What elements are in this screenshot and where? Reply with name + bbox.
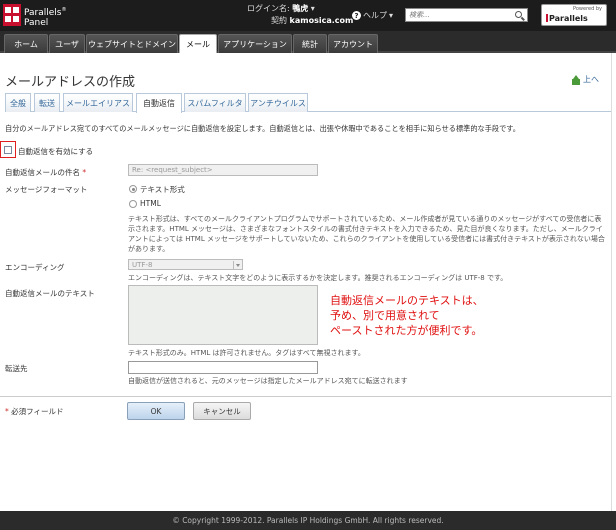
help-chevron-down-icon: ▾: [389, 11, 394, 20]
search-icon[interactable]: [515, 11, 522, 18]
enable-autoreply-label[interactable]: 自動返信を有効にする: [18, 146, 93, 157]
subtab-mail-aliases[interactable]: メールエイリアス: [63, 93, 133, 112]
parallels-bars-icon: [546, 14, 548, 22]
select-chevron-down-icon: [233, 261, 241, 269]
nav-tab-users[interactable]: ユーザ: [49, 34, 85, 53]
format-html-radio[interactable]: [129, 200, 137, 208]
nav-tab-mail[interactable]: メール: [179, 34, 217, 53]
format-text-label[interactable]: テキスト形式: [140, 184, 185, 195]
subtab-antivirus[interactable]: アンチウイルス: [248, 93, 308, 112]
format-label: メッセージフォーマット: [5, 185, 88, 194]
user-chevron-down-icon[interactable]: ▾: [308, 4, 315, 13]
main-nav: ホーム ユーザ ウェブサイトとドメイン メール アプリケーション 統計 アカウン…: [0, 31, 616, 53]
login-info: ログイン名: 鴨虎 ▾ 契約 kamosica.com: [247, 4, 354, 25]
autoreply-description: 自分のメールアドレス宛てのすべてのメールメッセージに自動返信を設定します。自動返…: [5, 124, 520, 133]
search-input[interactable]: [406, 9, 511, 21]
subtab-spam-filter[interactable]: スパムフィルタ: [184, 93, 246, 112]
powered-by-parallels[interactable]: Powered by Parallels: [541, 4, 607, 26]
subject-input[interactable]: Re: <request_subject>: [128, 164, 318, 176]
forward-input[interactable]: [128, 361, 318, 374]
forward-label: 転送先: [5, 364, 28, 373]
format-hint: テキスト形式は、すべてのメールクライアントプログラムでサポートされているため、メ…: [128, 215, 605, 253]
up-link[interactable]: 上へ: [571, 74, 599, 85]
parallels-logo-icon: [3, 4, 21, 26]
forward-hint: 自動返信が送信されると、元のメッセージは指定したメールアドレス宛てに転送されます: [128, 377, 408, 385]
search-box: [405, 8, 528, 22]
nav-tab-websites-domains[interactable]: ウェブサイトとドメイン: [86, 34, 178, 53]
format-html-label[interactable]: HTML: [140, 199, 161, 208]
form-divider: [0, 396, 611, 397]
content-border: [611, 53, 612, 511]
top-header: Parallels® Panel ログイン名: 鴨虎 ▾ 契約 kamosica…: [0, 0, 616, 31]
autoreply-textarea[interactable]: [128, 285, 318, 345]
text-hint: テキスト形式のみ。HTML は許可されません。タグはすべて無視されます。: [128, 349, 365, 357]
cancel-button[interactable]: キャンセル: [193, 402, 251, 420]
nav-tab-home[interactable]: ホーム: [4, 34, 48, 53]
contract-domain[interactable]: kamosica.com: [290, 16, 354, 25]
subtab-forwarding[interactable]: 転送: [34, 93, 60, 112]
enable-autoreply-checkbox[interactable]: [4, 146, 12, 154]
nav-tab-account[interactable]: アカウント: [328, 34, 378, 53]
encoding-select[interactable]: UTF-8: [128, 259, 243, 270]
required-note: * 必須フィールド: [5, 407, 64, 416]
subtab-general[interactable]: 全般: [5, 93, 31, 112]
nav-tab-applications[interactable]: アプリケーション: [218, 34, 292, 53]
footer-copyright: © Copyright 1999-2012. Parallels IP Hold…: [0, 511, 616, 530]
subtab-autoreply[interactable]: 自動返信: [136, 93, 182, 113]
encoding-label: エンコーディング: [5, 263, 65, 272]
login-user[interactable]: 鴨虎: [292, 4, 308, 13]
text-label: 自動返信メールのテキスト: [5, 289, 95, 298]
subject-label: 自動返信メールの件名 *: [5, 168, 87, 177]
ok-button[interactable]: OK: [127, 402, 185, 420]
format-text-radio[interactable]: [129, 185, 137, 193]
help-menu[interactable]: ? ヘルプ ▾: [352, 10, 393, 21]
annotation-note: 自動返信メールのテキストは、 予め、別で用意されて ペーストされた方が便利です。: [330, 294, 484, 337]
nav-tab-statistics[interactable]: 統計: [293, 34, 327, 53]
logo-product: Panel: [24, 18, 49, 28]
up-arrow-icon: [571, 74, 581, 85]
encoding-hint: エンコーディングは、テキスト文字をどのように表示するかを決定します。推奨されるエ…: [128, 274, 508, 282]
page-title: メールアドレスの作成: [5, 75, 136, 90]
logo-brand: Parallels: [24, 8, 62, 18]
parallels-logo[interactable]: Parallels® Panel: [3, 4, 77, 28]
mail-subtabs: 全般 転送 メールエイリアス 自動返信 スパムフィルタ アンチウイルス: [5, 92, 611, 113]
help-icon: ?: [352, 11, 361, 20]
